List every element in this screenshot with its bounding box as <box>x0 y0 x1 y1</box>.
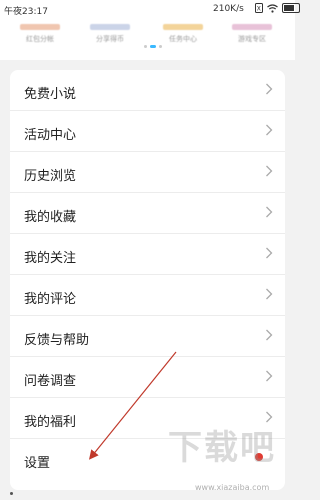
home-indicator <box>10 492 13 495</box>
watermark-url: www.xiazaiba.com <box>195 483 270 492</box>
watermark-logo: 下载吧 <box>168 428 276 468</box>
